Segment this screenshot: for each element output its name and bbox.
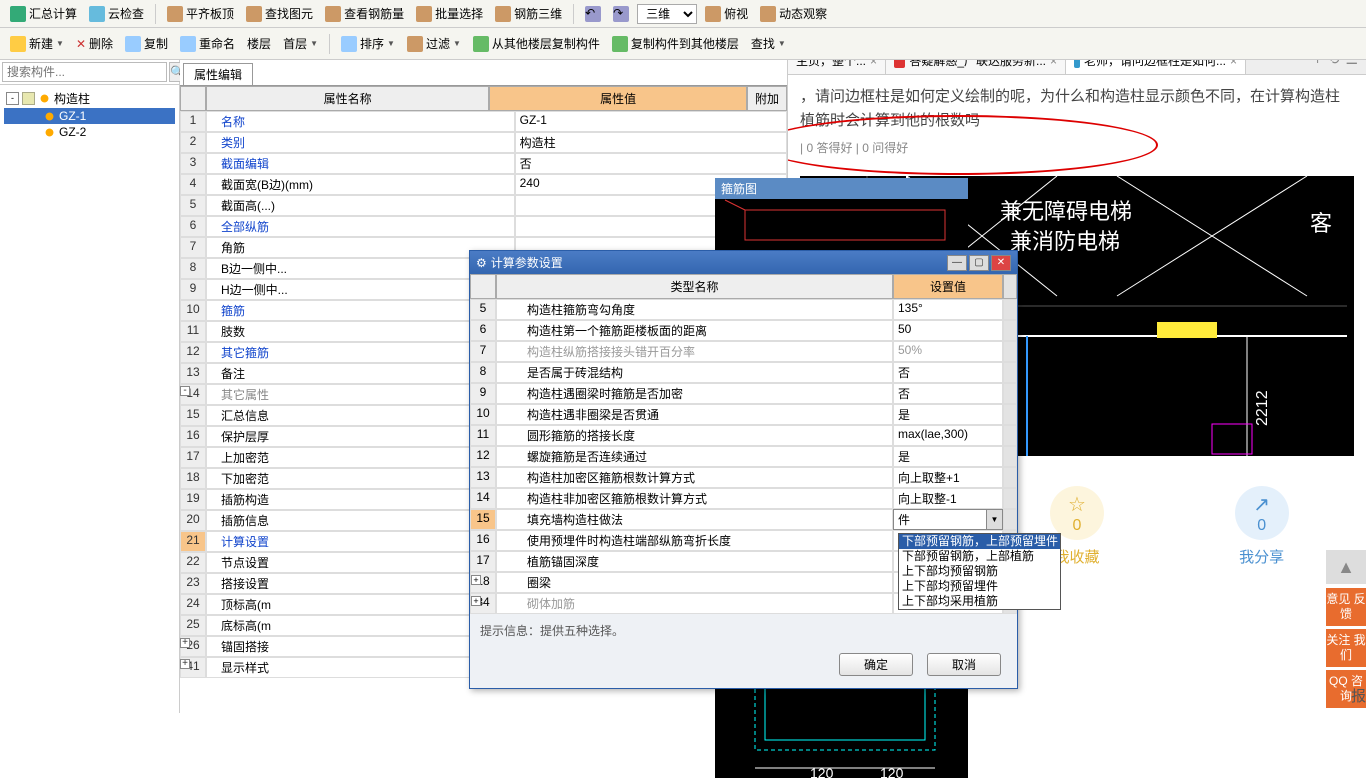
prop-row-6[interactable]: 6全部纵筋 [180, 216, 787, 237]
btn-rename[interactable]: 重命名 [176, 33, 239, 54]
close-button[interactable]: ✕ [991, 255, 1011, 271]
modal-row-10[interactable]: 10构造柱遇非圈梁是否贯通是 [470, 404, 1017, 425]
tb-find-elem[interactable]: 查找图元 [242, 3, 317, 24]
maximize-button[interactable]: ▢ [969, 255, 989, 271]
component-tree-panel: 🔍 -构造柱 GZ-1 GZ-2 [0, 60, 180, 713]
tab-0[interactable]: 主页，整个...× [788, 60, 886, 74]
tab-strip: 主页，整个...× 答疑解惑_广联达服务新...× 老师，请问边框柱是如何...… [788, 60, 1366, 75]
dd-opt-3[interactable]: 上下部均预留埋件 [899, 579, 1060, 594]
modal-row-14[interactable]: 14构造柱非加密区箍筋根数计算方式向上取整-1 [470, 488, 1017, 509]
prop-row-5[interactable]: 5截面高(...) [180, 195, 787, 216]
prop-row-3[interactable]: 3截面编辑否 [180, 153, 787, 174]
col-prop-val: 属性值 [489, 86, 747, 111]
tb-top-view[interactable]: 俯视 [701, 3, 752, 24]
tb-undo[interactable]: ↶ [581, 4, 605, 24]
chip-follow[interactable]: 关注 我们 [1326, 629, 1366, 667]
tb-cloud-check[interactable]: 云检查 [85, 3, 148, 24]
modal-row-15[interactable]: 15填充墙构造柱做法件▼ [470, 509, 1017, 530]
cancel-button[interactable]: 取消 [927, 653, 1001, 676]
modal-row-13[interactable]: 13构造柱加密区箍筋根数计算方式向上取整+1 [470, 467, 1017, 488]
tab-1[interactable]: 答疑解惑_广联达服务新...× [886, 60, 1066, 74]
modal-row-8[interactable]: 8是否属于砖混结构否 [470, 362, 1017, 383]
svg-text:120: 120 [880, 765, 904, 781]
btn-sort[interactable]: 排序 ▼ [337, 33, 399, 54]
floor-label: 楼层 [243, 33, 275, 54]
col-set-val: 设置值 [893, 274, 1003, 299]
calc-params-dialog: ⚙ 计算参数设置 — ▢ ✕ 类型名称 设置值 5构造柱箍筋弯勾角度135°6构… [469, 250, 1018, 689]
btn-delete[interactable]: ✕ 删除 [72, 33, 117, 54]
ok-button[interactable]: 确定 [839, 653, 913, 676]
tree-root[interactable]: -构造柱 [4, 89, 175, 108]
modal-row-11[interactable]: 11圆形箍筋的搭接长度max(lae,300) [470, 425, 1017, 446]
tab-close-2[interactable]: × [1230, 60, 1237, 68]
gear-icon: ⚙ [476, 256, 487, 270]
property-tab[interactable]: 属性编辑 [183, 63, 253, 85]
tab-close-0[interactable]: × [870, 60, 877, 68]
svg-text:2212: 2212 [1254, 390, 1271, 426]
floor-first[interactable]: 首层 ▼ [279, 33, 322, 54]
prop-row-2[interactable]: 2类别构造柱 [180, 132, 787, 153]
col-type-name: 类型名称 [496, 274, 893, 299]
modal-row-6[interactable]: 6构造柱第一个箍筋距楼板面的距离50 [470, 320, 1017, 341]
btn-filter[interactable]: 过滤 ▼ [403, 33, 465, 54]
tab-2[interactable]: 老师，请问边框柱是如何...× [1066, 60, 1246, 74]
fill-method-dropdown[interactable]: 下部预留钢筋，上部预留埋件 下部预留钢筋，上部植筋 上下部均预留钢筋 上下部均预… [898, 533, 1061, 610]
tab-restore[interactable]: ⟲ [1328, 60, 1340, 70]
view-combo[interactable]: 三维 [637, 4, 697, 24]
chip-feedback[interactable]: 意见 反馈 [1326, 588, 1366, 626]
btn-new[interactable]: 新建 ▼ [6, 33, 68, 54]
tab-close-1[interactable]: × [1050, 60, 1057, 68]
tb-view-rebar[interactable]: 查看钢筋量 [321, 3, 408, 24]
new-tab[interactable]: + [1314, 60, 1322, 70]
modal-row-7[interactable]: 7构造柱纵筋搭接接头错开百分率50% [470, 341, 1017, 362]
dd-opt-1[interactable]: 下部预留钢筋，上部植筋 [899, 549, 1060, 564]
scroll-top-button[interactable]: ▲ [1326, 550, 1366, 584]
search-input[interactable] [2, 62, 167, 82]
modal-row-9[interactable]: 9构造柱遇圈梁时箍筋是否加密否 [470, 383, 1017, 404]
btn-copy-to[interactable]: 复制构件到其他楼层 [608, 33, 743, 54]
btn-copy-from[interactable]: 从其他楼层复制构件 [469, 33, 604, 54]
question-stats: | 0 答得好 | 0 问得好 [800, 139, 1354, 156]
prop-row-4[interactable]: 4截面宽(B边)(mm)240 [180, 174, 787, 195]
btn-copy[interactable]: 复制 [121, 33, 172, 54]
svg-text:120: 120 [810, 765, 834, 781]
prop-row-1[interactable]: 1名称GZ-1 [180, 111, 787, 132]
toolbar-secondary: 新建 ▼ ✕ 删除 复制 重命名 楼层 首层 ▼ 排序 ▼ 过滤 ▼ 从其他楼层… [0, 28, 1366, 60]
tb-redo[interactable]: ↷ [609, 4, 633, 24]
dialog-hint: 提示信息：提供五种选择。 [470, 614, 1017, 647]
tb-rebar-3d[interactable]: 钢筋三维 [491, 3, 566, 24]
modal-row-5[interactable]: 5构造柱箍筋弯勾角度135° [470, 299, 1017, 320]
tb-dyn-observe[interactable]: 动态观察 [756, 3, 831, 24]
toolbar-primary: 汇总计算 云检查 平齐板顶 查找图元 查看钢筋量 批量选择 钢筋三维 ↶ ↷ 三… [0, 0, 1366, 28]
col-prop-name: 属性名称 [206, 86, 489, 111]
modal-row-12[interactable]: 12螺旋箍筋是否连续通过是 [470, 446, 1017, 467]
property-panel: 属性编辑 属性名称 属性值 附加 1名称GZ-12类别构造柱3截面编辑否4截面宽… [180, 60, 788, 713]
extra-label: 报 [1351, 685, 1366, 706]
btn-find[interactable]: 查找 ▼ [747, 33, 790, 54]
question-text: ，请问边框柱是如何定义绘制的呢，为什么和构造柱显示颜色不同，在计算构造柱植筋时会… [800, 85, 1354, 133]
tb-sum-calc[interactable]: 汇总计算 [6, 3, 81, 24]
dialog-title: 计算参数设置 [491, 254, 945, 271]
tree-item-gz1[interactable]: GZ-1 [4, 108, 175, 124]
act-share[interactable]: ↗0 我分享 [1235, 486, 1289, 567]
dropdown-arrow-icon[interactable]: ▼ [986, 510, 1002, 529]
minimize-button[interactable]: — [947, 255, 967, 271]
tb-batch-select[interactable]: 批量选择 [412, 3, 487, 24]
dd-opt-2[interactable]: 上下部均预留钢筋 [899, 564, 1060, 579]
tab-menu[interactable]: ☰ [1345, 60, 1358, 70]
tb-align-top[interactable]: 平齐板顶 [163, 3, 238, 24]
dd-opt-4[interactable]: 上下部均采用植筋 [899, 594, 1060, 609]
col-prop-ext: 附加 [747, 86, 787, 111]
dd-opt-0[interactable]: 下部预留钢筋，上部预留埋件 [899, 534, 1060, 549]
tree-item-gz2[interactable]: GZ-2 [4, 124, 175, 140]
